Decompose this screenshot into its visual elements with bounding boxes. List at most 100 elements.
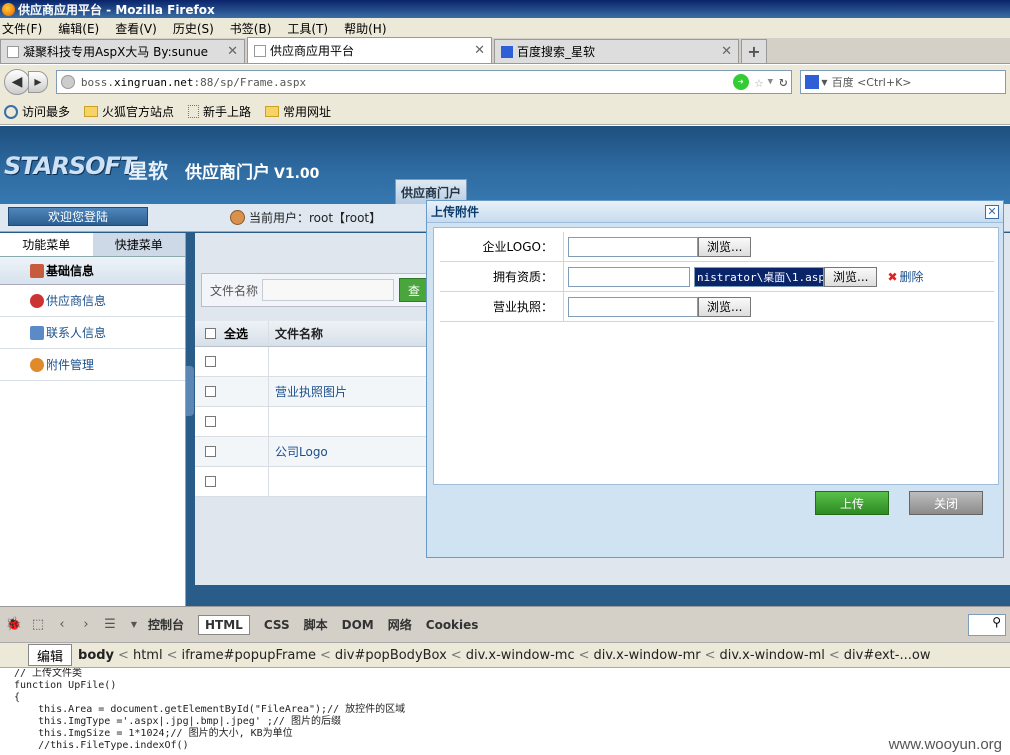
firebug-icon[interactable]: 🐞: [4, 615, 24, 635]
tab-network[interactable]: 网络: [388, 616, 412, 633]
breadcrumb-item[interactable]: body: [78, 648, 114, 663]
chevron-down-icon[interactable]: ▼: [124, 615, 144, 635]
chevron-down-icon[interactable]: ▼: [768, 77, 773, 87]
browser-tab-supplier[interactable]: 供应商应用平台 ✕: [247, 37, 492, 63]
menu-edit[interactable]: 编辑(E): [58, 20, 99, 37]
url-bar[interactable]: boss. xingruan.net:88/sp/Frame.aspx ➜ ☆ ▼…: [55, 70, 793, 94]
code-line: this.ImgSize = 1*1024;// 图片的大小, KB为单位: [14, 728, 293, 739]
browse-button[interactable]: 浏览...: [698, 236, 752, 257]
back-icon[interactable]: ‹: [52, 615, 72, 635]
tab-shortcut-menu[interactable]: 快捷菜单: [93, 233, 186, 256]
sidebar-item-supplier-info[interactable]: 供应商信息: [0, 285, 185, 317]
breadcrumb-item[interactable]: div.x-window-mr: [594, 648, 701, 663]
filename-search-input[interactable]: [262, 279, 395, 301]
license-file-input[interactable]: [568, 296, 698, 317]
tab-dom[interactable]: DOM: [342, 618, 374, 632]
star-icon[interactable]: ☆: [755, 73, 764, 91]
browser-tab-baidu[interactable]: 百度搜索_星软 ✕: [494, 39, 739, 63]
close-button[interactable]: 关闭: [909, 491, 983, 515]
bookmark-firefox-site[interactable]: 火狐官方站点: [84, 103, 174, 120]
logo-file-input[interactable]: [568, 236, 698, 257]
breadcrumb-item[interactable]: div#ext-...ow: [844, 648, 931, 663]
table-row: 营业执照图片: [195, 377, 435, 407]
breadcrumb-item[interactable]: html: [133, 648, 163, 663]
row-checkbox[interactable]: [205, 416, 216, 427]
table-row: [195, 347, 435, 377]
row-checkbox[interactable]: [205, 356, 216, 367]
chevron-down-icon[interactable]: ▼: [821, 78, 827, 87]
search-icon: ⚲: [992, 615, 1001, 629]
table-header: 全选 文件名称: [195, 321, 435, 347]
tab-html[interactable]: HTML: [198, 614, 250, 635]
menu-bookmarks[interactable]: 书签(B): [230, 20, 272, 37]
go-icon[interactable]: ➜: [732, 74, 749, 90]
table-row: [195, 407, 435, 437]
sidebar-item-attachments[interactable]: 附件管理: [0, 349, 185, 381]
tab-console[interactable]: 控制台: [148, 616, 184, 633]
new-tab-button[interactable]: +: [741, 39, 767, 63]
close-icon[interactable]: ✕: [721, 44, 732, 59]
sidebar-item-label: 联系人信息: [46, 326, 107, 340]
firebug-code-view[interactable]: // 上传文件类 function UpFile() { this.Area =…: [0, 668, 1010, 755]
delete-button[interactable]: ✖ 删除: [887, 268, 923, 285]
tab-css[interactable]: CSS: [264, 618, 290, 632]
search-label: 文件名称: [210, 283, 259, 298]
filename-cell[interactable]: 公司Logo: [269, 443, 328, 460]
bookmark-label: 火狐官方站点: [102, 105, 175, 119]
close-icon[interactable]: ✕: [227, 44, 238, 59]
browse-button[interactable]: 浏览...: [698, 296, 752, 317]
tab-function-menu[interactable]: 功能菜单: [0, 233, 93, 256]
app-version: V1.00: [274, 166, 320, 182]
tab-label: 供应商应用平台: [270, 44, 355, 58]
edit-button[interactable]: 编辑: [28, 644, 73, 666]
table-row: 公司Logo: [195, 437, 435, 467]
close-icon[interactable]: ✕: [985, 205, 999, 219]
select-all-checkbox[interactable]: [205, 328, 216, 339]
query-button[interactable]: 查: [399, 278, 429, 302]
breadcrumb-item[interactable]: div.x-window-mc: [466, 648, 575, 663]
row-checkbox[interactable]: [205, 476, 216, 487]
browser-tab-aspx[interactable]: 凝聚科技专用AspX大马 By:sunue ✕: [0, 39, 245, 63]
menu-history[interactable]: 历史(S): [173, 20, 214, 37]
code-line: // 上传文件类: [14, 668, 83, 679]
menu-file[interactable]: 文件(F): [2, 20, 42, 37]
upload-button[interactable]: 上传: [815, 491, 889, 515]
row-checkbox[interactable]: [205, 386, 216, 397]
forward-icon[interactable]: ›: [76, 615, 96, 635]
url-path: :88/sp/Frame.aspx: [193, 75, 307, 89]
tab-cookies[interactable]: Cookies: [426, 618, 479, 632]
bookmark-getting-started[interactable]: 新手上路: [188, 103, 251, 120]
row-checkbox[interactable]: [205, 446, 216, 457]
collapse-handle[interactable]: [186, 366, 194, 416]
reload-icon[interactable]: ↻: [779, 74, 787, 90]
tab-script[interactable]: 脚本: [304, 616, 328, 633]
section-basic-info[interactable]: 基础信息: [0, 257, 185, 285]
menu-view[interactable]: 查看(V): [115, 20, 157, 37]
bookmark-common-sites[interactable]: 常用网址: [265, 103, 331, 120]
inspect-icon[interactable]: ⬚: [28, 615, 48, 635]
search-bar[interactable]: ▼ 百度 <Ctrl+K>: [800, 70, 1007, 94]
section-label: 基础信息: [46, 264, 95, 278]
breadcrumb-item[interactable]: div.x-window-ml: [720, 648, 825, 663]
bookmark-label: 新手上路: [203, 105, 252, 119]
browse-button[interactable]: 浏览...: [824, 266, 878, 287]
code-line: this.Area = document.getElementById("Fil…: [14, 704, 406, 715]
forward-button[interactable]: ▸: [27, 71, 48, 93]
folder-icon: [265, 106, 280, 117]
qualification-file-input-2[interactable]: nistrator\桌面\1.aspx: [694, 266, 824, 287]
menu-icon[interactable]: ☰: [100, 615, 120, 635]
select-all-label: 全选: [224, 327, 249, 341]
filename-cell[interactable]: 营业执照图片: [269, 383, 347, 400]
breadcrumb-item[interactable]: div#popBodyBox: [335, 648, 447, 663]
app-title-text: 供应商门户: [185, 163, 270, 183]
back-button[interactable]: ◀: [4, 69, 30, 95]
window-title: 供应商应用平台 - Mozilla Firefox: [18, 2, 215, 17]
close-icon[interactable]: ✕: [474, 43, 485, 58]
sidebar-item-contacts[interactable]: 联系人信息: [0, 317, 185, 349]
bookmark-most-visited[interactable]: 访问最多: [4, 103, 70, 120]
breadcrumb-item[interactable]: iframe#popupFrame: [181, 648, 316, 663]
menu-tools[interactable]: 工具(T): [287, 20, 328, 37]
firebug-search-input[interactable]: ⚲: [968, 614, 1006, 636]
qualification-file-input-1[interactable]: [568, 266, 690, 287]
menu-help[interactable]: 帮助(H): [344, 20, 386, 37]
